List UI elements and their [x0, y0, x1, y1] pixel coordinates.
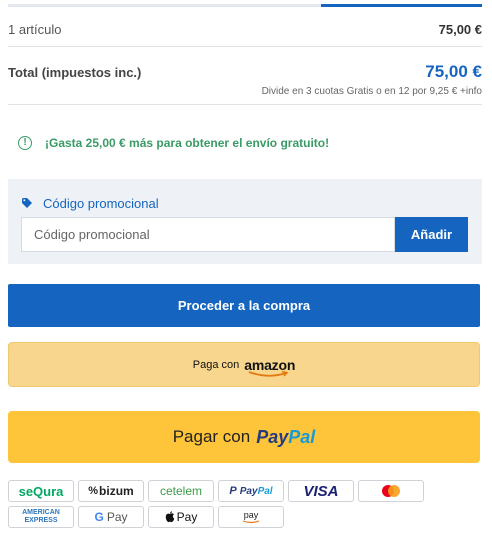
google-pay-text: Pay — [106, 510, 128, 524]
items-row: 1 artículo 75,00 € — [8, 22, 482, 42]
apple-pay-badge: Pay — [148, 506, 214, 528]
amex-logo-line2: EXPRESS — [24, 517, 58, 524]
items-subtotal-value: 75,00 € — [438, 22, 482, 37]
apple-pay-text: Pay — [176, 510, 198, 524]
cetelem-logo: cetelem — [159, 484, 203, 498]
mastercard-icon — [382, 485, 400, 497]
cart-progress-bar — [8, 4, 482, 7]
installments-info-link[interactable]: Divide en 3 cuotas Gratis o en 12 por 9,… — [262, 86, 482, 97]
divider — [8, 104, 482, 105]
amex-logo-line1: AMERICAN — [22, 509, 60, 516]
apple-icon — [165, 511, 174, 523]
paypal-badge-logo: PayPal — [239, 485, 273, 497]
promo-code-title: Código promocional — [43, 196, 159, 211]
paypal-prefix: Pagar con — [172, 427, 251, 446]
paypal-button[interactable]: Pagar con PayPal — [8, 411, 480, 463]
promo-code-input[interactable] — [21, 217, 395, 252]
apply-promo-button[interactable]: Añadir — [395, 217, 468, 252]
amazon-logo: amazon — [244, 357, 295, 377]
amazon-pay-badge: pay — [218, 506, 284, 528]
amex-badge: AMERICAN EXPRESS — [8, 506, 74, 528]
promo-code-toggle[interactable]: Código promocional — [22, 196, 159, 211]
free-shipping-message: ! ¡Gasta 25,00 € más para obtener el env… — [18, 133, 329, 153]
tag-icon — [22, 196, 32, 211]
amazon-pay-button[interactable]: Paga con amazon — [8, 342, 480, 387]
cetelem-badge: cetelem — [148, 480, 214, 502]
amazon-smile-icon — [248, 370, 289, 377]
items-count-label: 1 artículo — [8, 22, 62, 37]
total-value: 75,00 € — [425, 62, 482, 81]
info-icon: ! — [18, 136, 32, 150]
paypal-badge-icon: P — [229, 485, 237, 497]
paypal-badge: P PayPal — [218, 480, 284, 502]
paypal-logo: PayPal — [256, 426, 316, 447]
visa-badge: VISA — [288, 480, 354, 502]
bizum-badge: % bizum — [78, 480, 144, 502]
google-g-icon: G — [94, 510, 104, 524]
sequra-badge: seQura — [8, 480, 74, 502]
total-label: Total (impuestos inc.) — [8, 65, 142, 80]
bizum-logo: bizum — [99, 484, 134, 498]
mastercard-badge — [358, 480, 424, 502]
amazon-smile-icon — [242, 519, 260, 523]
proceed-to-checkout-button[interactable]: Proceder a la compra — [8, 284, 480, 327]
bizum-icon: % — [88, 485, 99, 497]
amazon-pay-badge-text: pay — [243, 509, 259, 520]
cart-progress-fill — [320, 4, 482, 7]
promo-code-panel: Código promocional Añadir — [8, 179, 482, 264]
amazon-pay-prefix: Paga con — [192, 358, 240, 371]
divider — [8, 46, 482, 47]
google-pay-badge: G Pay — [78, 506, 144, 528]
visa-logo: VISA — [303, 482, 339, 500]
free-shipping-text: ¡Gasta 25,00 € más para obtener el envío… — [45, 136, 330, 150]
sequra-logo: seQura — [18, 483, 64, 499]
